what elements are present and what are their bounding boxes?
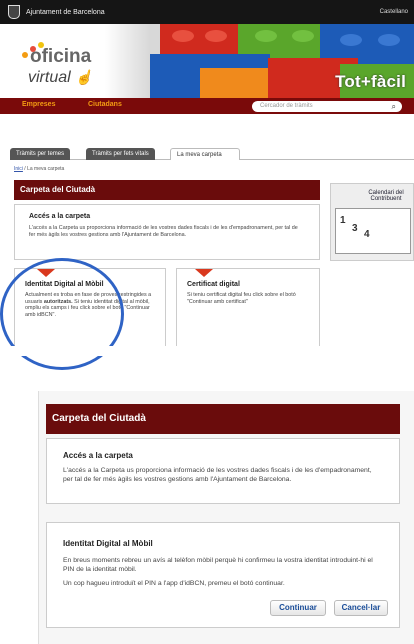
search-input[interactable]: Cercador de tràmits ⌕ <box>252 101 402 112</box>
panel-large-idm-title: Identitat Digital al Mòbil <box>63 539 153 548</box>
breadcrumb-home[interactable]: Inici <box>14 166 23 172</box>
cancel-button[interactable]: Cancel·lar <box>334 600 388 616</box>
breadcrumb: Inici / La meva carpeta <box>14 166 64 172</box>
org-name[interactable]: Ajuntament de Barcelona <box>26 9 105 16</box>
calendar-title: Calendari del Contribuent <box>368 190 404 202</box>
panel-small-idm-text: Actualment es troba en fase de proves re… <box>25 292 155 318</box>
panel-large-idm-text-2: Un cop hagueu introduït el PIN a l'app d… <box>63 580 285 588</box>
panel-small-idm-box: Identitat Digital al Mòbil Actualment es… <box>14 268 166 348</box>
continue-button[interactable]: Continuar <box>270 600 326 616</box>
breadcrumb-current: La meva carpeta <box>27 166 65 172</box>
calendar-number-3: 4 <box>364 229 370 240</box>
panel-small-title: Carpeta del Ciutadà <box>20 185 96 194</box>
panel-large-idm-text-1: En breus moments rebreu un avís al telèf… <box>63 557 373 573</box>
calendar-pages-image: 1 3 4 <box>335 208 411 254</box>
nav-ciutadans[interactable]: Ciutadans <box>88 101 122 108</box>
panel-small-access-title: Accés a la carpeta <box>29 213 91 220</box>
main-nav: Empreses Ciutadans Cercador de tràmits ⌕ <box>0 98 414 114</box>
language-link[interactable]: Castellano <box>380 9 408 15</box>
search-icon[interactable]: ⌕ <box>392 101 396 112</box>
tab-bar: Tràmits per temes Tràmits per fets vital… <box>10 148 414 160</box>
tab-tramits-per-fets-vitals[interactable]: Tràmits per fets vitals <box>86 148 155 160</box>
tagline: Tot+fàcil <box>335 72 406 91</box>
panel-large-access-box: Accés a la carpeta L'accés a la Carpeta … <box>46 438 400 504</box>
panel-small-cert-title: Certificat digital <box>187 281 240 288</box>
hand-cursor-icon: ☝ <box>75 69 93 85</box>
ribbon-icon <box>195 269 213 277</box>
panel-small-access-box: Accés a la carpeta L'accés a la Carpeta … <box>14 204 320 260</box>
panel-large-title: Carpeta del Ciutadà <box>52 413 146 424</box>
tab-la-meva-carpeta[interactable]: La meva carpeta <box>170 148 240 160</box>
barcelona-shield-icon <box>8 5 20 19</box>
calendar-number-2: 3 <box>352 223 358 234</box>
top-bar: Ajuntament de Barcelona Castellano <box>0 0 414 24</box>
calendar-number-1: 1 <box>340 215 346 226</box>
banner: oficina virtual ☝ Tot+fàcil <box>0 24 414 98</box>
search-placeholder: Cercador de tràmits <box>260 103 313 109</box>
panel-large-access-text: L'accés a la Carpeta us proporciona info… <box>63 467 372 483</box>
panel-small-access-text: L'accés a la Carpeta us proporciona info… <box>29 225 298 238</box>
panel-small-cert-text: Si teniu certificat digital feu click so… <box>187 292 296 305</box>
calendar-widget[interactable]: Calendari del Contribuent 1 3 4 <box>330 183 414 261</box>
panel-small-idm-text-bold: autoritzats. <box>43 298 73 305</box>
logo-oficina[interactable]: oficina <box>30 47 91 66</box>
tab-tramits-per-temes[interactable]: Tràmits per temes <box>10 148 71 160</box>
panel-large-header: Carpeta del Ciutadà <box>46 404 400 434</box>
page: Ajuntament de Barcelona Castellano ofici… <box>0 0 414 644</box>
ribbon-icon <box>37 269 55 277</box>
panel-small-header: Carpeta del Ciutadà <box>14 180 320 200</box>
panel-large-access-title: Accés a la carpeta <box>63 451 133 460</box>
panel-small-cert-box: Certificat digital Si teniu certificat d… <box>176 268 320 348</box>
nav-empreses[interactable]: Empreses <box>22 101 55 108</box>
separator <box>0 346 414 356</box>
panel-small-idm-title: Identitat Digital al Mòbil <box>25 281 104 288</box>
logo-virtual-text: virtual <box>28 69 71 86</box>
logo-virtual[interactable]: virtual ☝ <box>28 69 93 87</box>
